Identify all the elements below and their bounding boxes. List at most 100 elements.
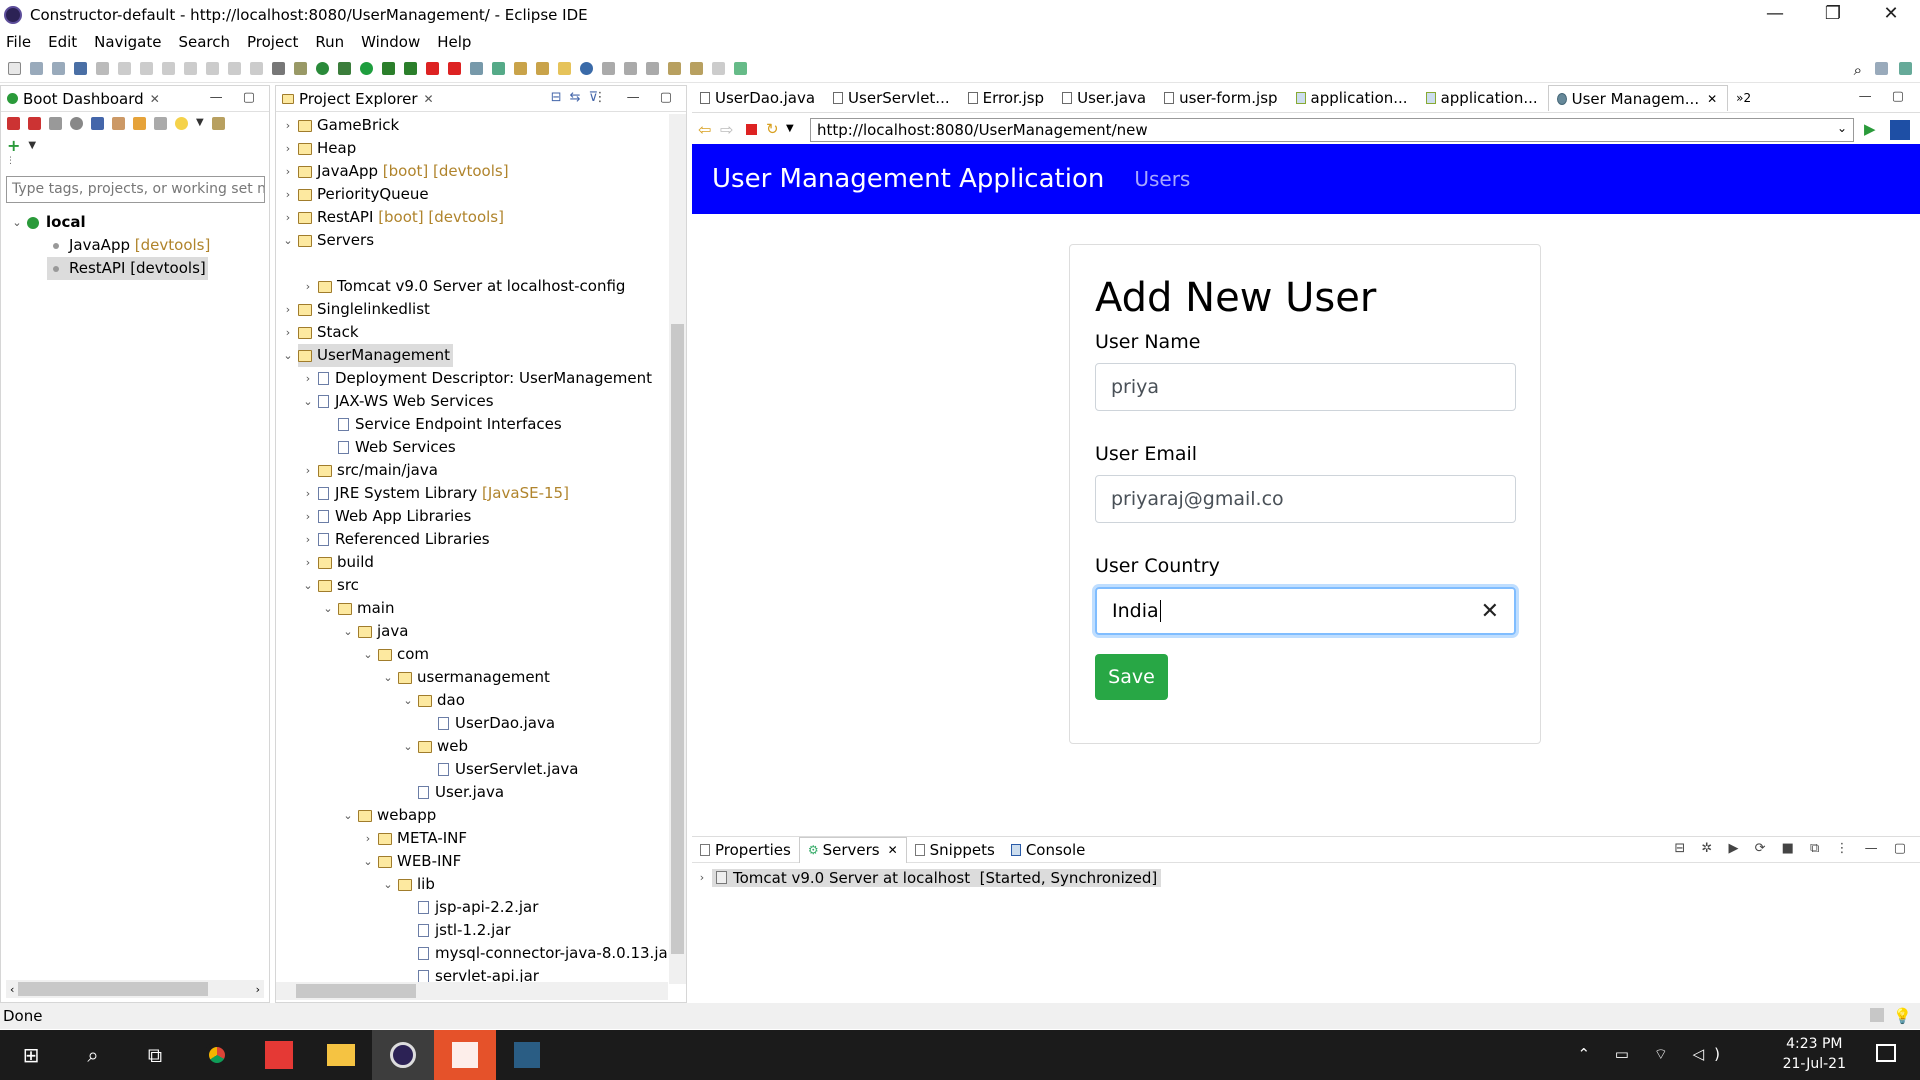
tree-item-gamebrick[interactable]: › GameBrick xyxy=(276,114,686,137)
scroll-thumb[interactable] xyxy=(18,982,209,996)
tab-snippets[interactable]: Snippets xyxy=(907,841,1003,859)
close-icon[interactable]: ✕ xyxy=(1707,92,1717,106)
menu-window[interactable]: Window xyxy=(361,33,420,51)
tree-item-periorityqueue[interactable]: › PeriorityQueue xyxy=(276,183,686,206)
tree-item-src-main-java[interactable]: › src/main/java xyxy=(276,459,686,482)
coverage-icon[interactable] xyxy=(382,62,395,75)
tree-item-sei[interactable]: Service Endpoint Interfaces xyxy=(276,413,686,436)
user-email-input[interactable]: priyaraj@gmail.co xyxy=(1095,475,1516,523)
menu-edit[interactable]: Edit xyxy=(48,33,77,51)
refresh-icon[interactable]: ↻ xyxy=(766,120,779,138)
terminate-icon[interactable] xyxy=(49,117,62,130)
stop-server-icon[interactable] xyxy=(426,62,439,75)
chevron-down-icon[interactable]: ▼ xyxy=(28,140,36,151)
tree-item-main[interactable]: ⌄ main xyxy=(276,597,686,620)
go-icon[interactable]: ▶ xyxy=(1864,120,1876,138)
menu-file[interactable]: File xyxy=(6,33,31,51)
tree-item-singlelinkedlist[interactable]: › Singlelinkedlist xyxy=(276,298,686,321)
run-icon[interactable] xyxy=(360,62,373,75)
tree-item-ref-libs[interactable]: › Referenced Libraries xyxy=(276,528,686,551)
tree-item-usermanagement-pkg[interactable]: ⌄ usermanagement xyxy=(276,666,686,689)
bulb-icon[interactable] xyxy=(175,117,188,130)
pane-controls[interactable]: — ▢ xyxy=(210,90,263,105)
back-icon[interactable] xyxy=(690,62,703,75)
anydesk-icon[interactable] xyxy=(248,1030,310,1080)
scroll-thumb[interactable] xyxy=(296,984,416,998)
search-icon[interactable]: ⌕ xyxy=(1854,61,1862,79)
tab-userservlet[interactable]: UserServlet... xyxy=(825,85,960,111)
resume-icon[interactable] xyxy=(118,62,131,75)
tree-item-deployment-descriptor[interactable]: › Deployment Descriptor: UserManagement xyxy=(276,367,686,390)
horizontal-scrollbar[interactable]: ‹ › xyxy=(6,980,264,998)
tree-item-web-services[interactable]: Web Services xyxy=(276,436,686,459)
skip-breakpoints-icon[interactable] xyxy=(96,62,109,75)
boot-dashboard-tab[interactable]: Boot Dashboard ✕ xyxy=(1,86,166,112)
back-icon[interactable]: ⇦ xyxy=(698,120,711,139)
tree-item-web[interactable]: ⌄ web xyxy=(276,735,686,758)
close-button[interactable]: ✕ xyxy=(1862,0,1920,30)
pane-controls[interactable]: ⋮ — ▢ xyxy=(593,90,680,105)
scroll-left-icon[interactable]: ‹ xyxy=(6,983,18,996)
build-icon[interactable] xyxy=(294,62,307,75)
step-into-icon[interactable] xyxy=(206,62,219,75)
tree-item-web-inf[interactable]: ⌄ WEB-INF xyxy=(276,850,686,873)
save-icon[interactable] xyxy=(30,62,43,75)
tab-overflow[interactable]: »2 xyxy=(1728,85,1761,111)
tab-properties[interactable]: Properties xyxy=(692,841,799,859)
terminal-icon[interactable] xyxy=(74,62,87,75)
open-browser-icon[interactable] xyxy=(70,117,83,130)
url-dropdown-icon[interactable]: ⌄ xyxy=(1837,121,1847,135)
tree-item-userdao[interactable]: UserDao.java xyxy=(276,712,686,735)
tree-item-jsp-api[interactable]: jsp-api-2.2.jar xyxy=(276,896,686,919)
boot-app-restapi[interactable]: RestAPI [devtools] xyxy=(1,257,269,280)
debug-stop-icon[interactable] xyxy=(28,117,41,130)
tree-item-com[interactable]: ⌄ com xyxy=(276,643,686,666)
notifications-icon[interactable] xyxy=(1876,1044,1896,1062)
tab-user-management-browser[interactable]: User Managem... ✕ xyxy=(1547,85,1729,111)
taskbar-search-icon[interactable]: ⌕ xyxy=(62,1030,124,1080)
tree-item-heap[interactable]: › Heap xyxy=(276,137,686,160)
boot-icon[interactable] xyxy=(316,62,329,75)
restore-button[interactable]: ❐ xyxy=(1804,0,1862,30)
step-return-icon[interactable] xyxy=(250,62,263,75)
tree-item-stack[interactable]: › Stack xyxy=(276,321,686,344)
terminate-icon[interactable] xyxy=(162,62,175,75)
prev-annotation-icon[interactable] xyxy=(646,62,659,75)
task-view-icon[interactable]: ⧉ xyxy=(124,1030,186,1080)
tab-error-jsp[interactable]: Error.jsp xyxy=(960,85,1054,111)
boot-app-javaapp[interactable]: JavaApp [devtools] xyxy=(1,234,269,257)
user-name-input[interactable]: priya xyxy=(1095,363,1516,411)
stop-icon[interactable] xyxy=(746,124,757,135)
console-icon[interactable] xyxy=(91,117,104,130)
browser-icon[interactable] xyxy=(580,62,593,75)
tree-item-user[interactable]: User.java xyxy=(276,781,686,804)
scroll-thumb[interactable] xyxy=(671,324,684,954)
clear-input-icon[interactable]: ✕ xyxy=(1481,599,1499,624)
nav-users-link[interactable]: Users xyxy=(1134,167,1190,191)
tree-item-jstl[interactable]: jstl-1.2.jar xyxy=(276,919,686,942)
tab-application-2[interactable]: application... xyxy=(1418,85,1548,111)
system-clock[interactable]: 4:23 PM 21-Jul-21 xyxy=(1783,1034,1846,1074)
suspend-icon[interactable] xyxy=(140,62,153,75)
new-java-project-icon[interactable] xyxy=(470,62,483,75)
menu-run[interactable]: Run xyxy=(315,33,344,51)
url-input[interactable]: http://localhost:8080/UserManagement/new… xyxy=(810,118,1854,142)
close-icon[interactable]: ✕ xyxy=(888,843,898,857)
horizontal-scrollbar[interactable] xyxy=(276,982,668,1000)
tree-item-userservlet[interactable]: UserServlet.java xyxy=(276,758,686,781)
tree-item-jaxws[interactable]: ⌄ JAX-WS Web Services xyxy=(276,390,686,413)
system-tray-icons[interactable]: ⌃ ▭ ⌔ ◁) xyxy=(1577,1045,1730,1064)
perspective-icon[interactable] xyxy=(1875,62,1888,75)
scroll-right-icon[interactable]: › xyxy=(252,983,264,996)
add-icon[interactable]: + xyxy=(7,136,20,155)
external-tools-icon[interactable] xyxy=(404,62,417,75)
minimize-button[interactable]: — xyxy=(1746,0,1804,30)
project-explorer-tab[interactable]: Project Explorer ✕ xyxy=(276,86,440,112)
close-icon[interactable]: ✕ xyxy=(424,92,434,106)
properties-icon[interactable] xyxy=(154,117,167,130)
annotation-icon[interactable] xyxy=(558,62,571,75)
tree-item-servers[interactable]: ⌄ Servers xyxy=(276,229,686,252)
search-folder-icon[interactable] xyxy=(536,62,549,75)
open-external-icon[interactable] xyxy=(1890,120,1910,140)
tree-item-usermanagement[interactable]: ⌄ UserManagement xyxy=(276,344,686,367)
